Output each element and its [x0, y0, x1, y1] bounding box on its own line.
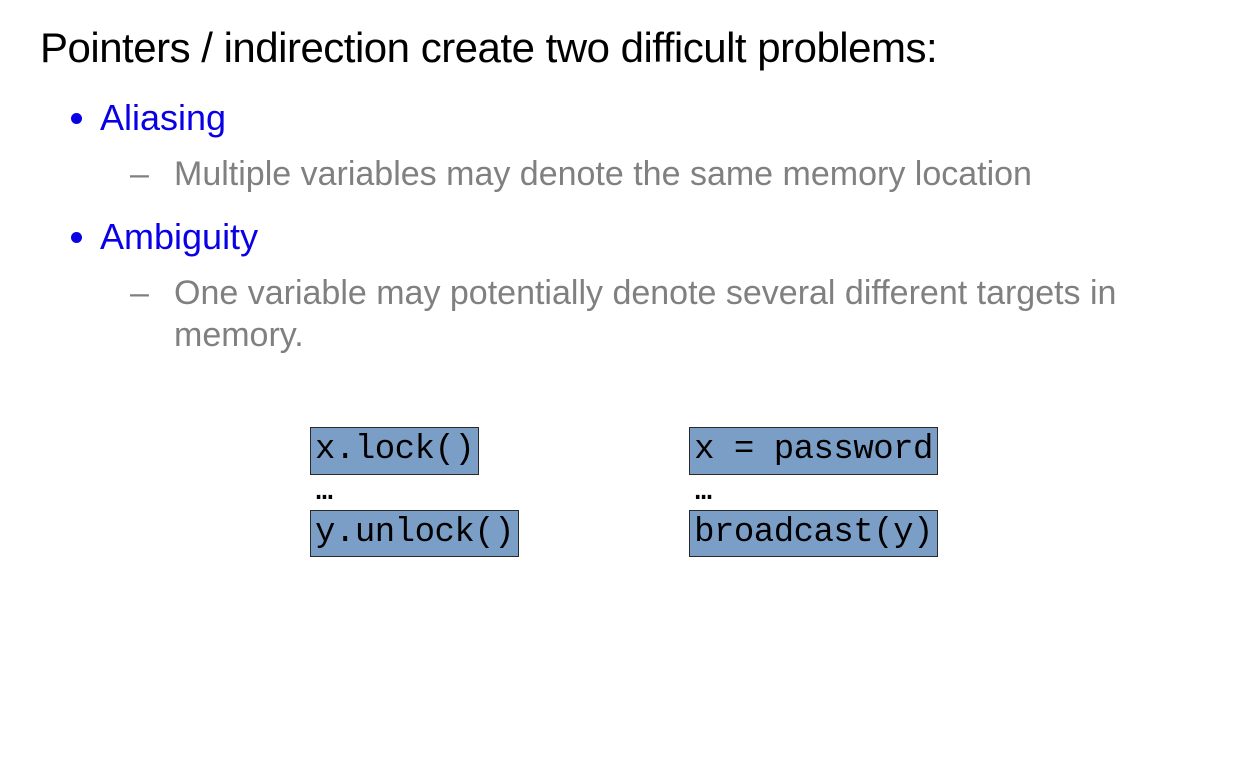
sub-list: Multiple variables may denote the same m…: [100, 153, 1208, 196]
term-aliasing: Aliasing: [100, 97, 226, 138]
code-line: y.unlock(): [310, 510, 519, 558]
slide-title: Pointers / indirection create two diffic…: [40, 24, 1208, 72]
bullet-list: Aliasing Multiple variables may denote t…: [40, 94, 1208, 357]
bullet-item-ambiguity: Ambiguity One variable may potentially d…: [100, 213, 1208, 357]
bullet-item-aliasing: Aliasing Multiple variables may denote t…: [100, 94, 1208, 195]
code-examples: x.lock() … y.unlock() x = password … bro…: [40, 427, 1208, 558]
ellipsis-icon: …: [310, 475, 519, 510]
code-block-left: x.lock() … y.unlock(): [310, 427, 519, 558]
sub-item-aliasing-desc: Multiple variables may denote the same m…: [130, 153, 1208, 196]
sub-list: One variable may potentially denote seve…: [100, 272, 1208, 357]
code-block-right: x = password … broadcast(y): [689, 427, 938, 558]
code-line: broadcast(y): [689, 510, 938, 558]
term-ambiguity: Ambiguity: [100, 216, 258, 257]
code-line: x = password: [689, 427, 938, 475]
ellipsis-icon: …: [689, 475, 938, 510]
code-line: x.lock(): [310, 427, 479, 475]
sub-item-ambiguity-desc: One variable may potentially denote seve…: [130, 272, 1208, 357]
